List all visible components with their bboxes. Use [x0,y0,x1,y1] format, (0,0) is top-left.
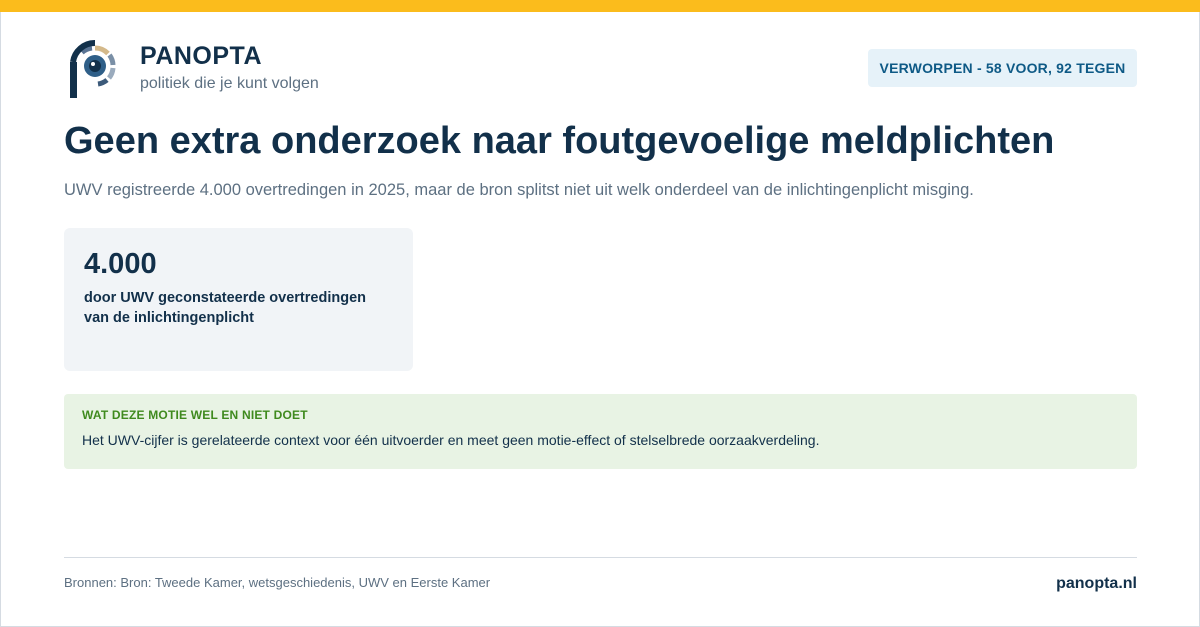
sources-text: Bronnen: Bron: Tweede Kamer, wetsgeschie… [64,575,491,590]
stat-card: 4.000 door UWV geconstateerde overtredin… [64,228,413,371]
page-title: Geen extra onderzoek naar foutgevoelige … [64,120,1055,162]
footer-divider [64,557,1137,558]
site-url: panopta.nl [1056,575,1137,592]
motion-info-box: WAT DEZE MOTIE WEL EN NIET DOET Het UWV-… [64,394,1137,469]
brand-tagline: politiek die je kunt volgen [140,75,319,92]
page-subtitle: UWV registreerde 4.000 overtredingen in … [64,181,974,199]
info-box-text: Het UWV-cijfer is gerelateerde context v… [82,432,820,448]
info-box-title: WAT DEZE MOTIE WEL EN NIET DOET [82,408,308,422]
accent-top-bar [0,0,1200,12]
vote-result-badge: VERWORPEN - 58 VOOR, 92 TEGEN [868,49,1137,87]
stat-value: 4.000 [84,248,157,280]
stat-label: door UWV geconstateerde overtredingen va… [84,290,366,326]
panopta-logo-icon [68,39,122,100]
brand-name: PANOPTA [140,42,263,70]
